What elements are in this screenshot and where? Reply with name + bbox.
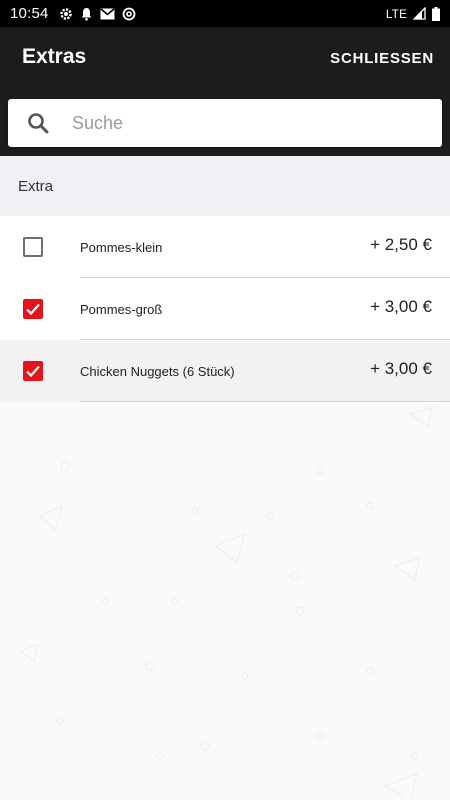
app-bar: Extras SCHLIESSEN	[0, 27, 450, 156]
section-header: Extra	[0, 156, 450, 216]
network-type: LTE	[385, 6, 407, 21]
item-label: Chicken Nuggets (6 Stück)	[80, 364, 235, 379]
status-bar: 10:54 LTE	[0, 0, 450, 27]
status-time: 10:54	[10, 5, 49, 22]
close-button[interactable]: SCHLIESSEN	[330, 50, 434, 67]
page-title: Extras	[22, 45, 87, 68]
list-item[interactable]: Chicken Nuggets (6 Stück) + 3,00 €	[0, 340, 450, 402]
search-icon	[26, 111, 50, 135]
background-pattern	[18, 407, 433, 796]
battery-icon	[432, 6, 440, 21]
at-sign-icon	[122, 7, 136, 21]
checkbox-checked[interactable]	[23, 299, 43, 319]
checkbox-checked[interactable]	[23, 361, 43, 381]
notification-bell-icon	[80, 7, 93, 21]
list-item[interactable]: Pommes-groß + 3,00 €	[0, 278, 450, 340]
item-price: + 3,00 €	[370, 297, 432, 316]
gmail-icon	[100, 7, 115, 20]
extras-list: Extra Pommes-klein + 2,50 € Pommes-groß …	[0, 156, 450, 800]
section-title: Extra	[18, 177, 54, 195]
signal-icon	[413, 7, 426, 20]
search-bar[interactable]	[8, 99, 442, 147]
settings-icon	[59, 7, 73, 21]
checkbox-unchecked[interactable]	[23, 237, 43, 257]
item-price: + 2,50 €	[370, 235, 432, 254]
item-price: + 3,00 €	[370, 359, 432, 378]
item-label: Pommes-groß	[80, 302, 163, 317]
list-item[interactable]: Pommes-klein + 2,50 €	[0, 216, 450, 278]
item-label: Pommes-klein	[80, 240, 163, 255]
search-input[interactable]	[72, 112, 412, 134]
